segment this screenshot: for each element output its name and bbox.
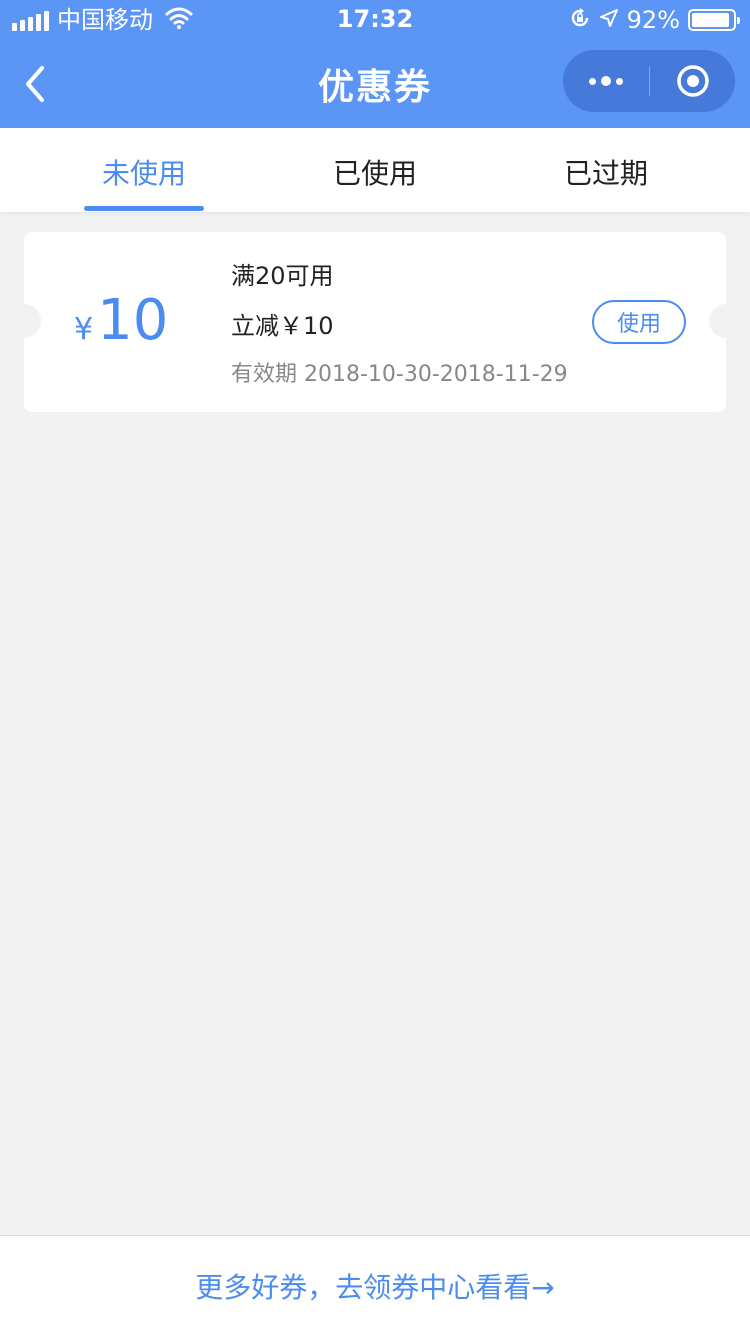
tab-unused[interactable]: 未使用 [84,152,204,192]
close-circle-icon[interactable] [650,50,735,112]
nav-bar: 优惠券 [0,40,750,128]
use-button[interactable]: 使用 [592,300,686,344]
footer-bar: 更多好券，去领券中心看看→ [0,1235,750,1334]
rotation-lock-icon [569,7,591,33]
coupon-validity: 有效期 2018-10-30-2018-11-29 [231,362,568,387]
location-icon [599,8,619,32]
capsule-menu [563,50,735,112]
status-bar: 中国移动 17:32 92% [0,0,750,40]
coupon-notch-right [709,304,743,338]
currency-symbol: ¥ [74,312,94,347]
battery-fill [692,13,729,27]
coupon-notch-left [7,304,41,338]
active-tab-indicator [84,206,204,211]
tab-bar: 未使用 已使用 已过期 [0,128,750,212]
coupon-description: 立减￥10 [231,312,334,340]
status-right: 92% [569,6,740,34]
amount-value: 10 [97,288,169,353]
tab-expired[interactable]: 已过期 [546,152,666,192]
battery-icon [688,9,740,31]
coupon-center-link[interactable]: 更多好券，去领券中心看看→ [0,1266,750,1306]
coupon-card[interactable]: ¥ 10 满20可用 立减￥10 有效期 2018-10-30-2018-11-… [7,232,743,412]
battery-percent: 92% [626,6,680,34]
tab-used[interactable]: 已使用 [315,152,435,192]
more-icon[interactable] [563,50,649,112]
coupon-condition: 满20可用 [231,262,334,290]
coupon-amount: ¥ 10 [74,288,194,353]
